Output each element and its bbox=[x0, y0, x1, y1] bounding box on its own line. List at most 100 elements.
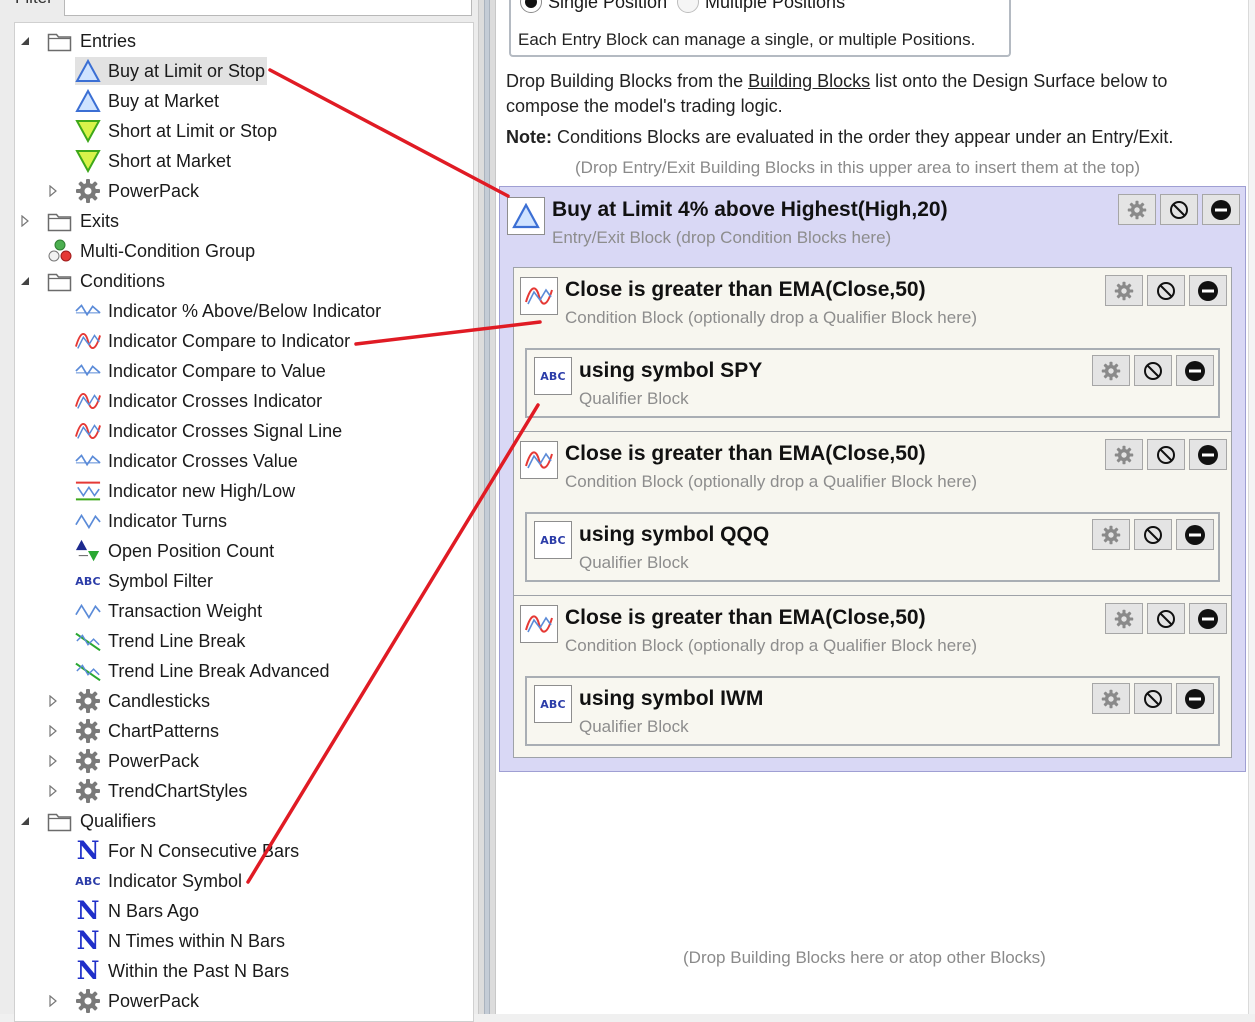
disable-icon[interactable] bbox=[1160, 194, 1198, 225]
multiple-positions-option[interactable]: Multiple Positions bbox=[677, 0, 845, 13]
remove-icon[interactable] bbox=[1176, 519, 1214, 550]
tree-item-indicator-symbol[interactable]: ABC Indicator Symbol bbox=[75, 867, 242, 895]
tree-item-indicator-turns[interactable]: Indicator Turns bbox=[75, 507, 227, 535]
settings-gear-icon[interactable] bbox=[1118, 194, 1156, 225]
remove-icon[interactable] bbox=[1189, 275, 1227, 306]
disable-icon[interactable] bbox=[1147, 603, 1185, 634]
settings-gear-icon[interactable] bbox=[1092, 519, 1130, 550]
tree-item-trendchartstyles[interactable]: TrendChartStyles bbox=[75, 777, 247, 805]
disable-icon[interactable] bbox=[1134, 683, 1172, 714]
tree-item-label: Indicator Crosses Value bbox=[108, 450, 298, 471]
tree-item-multi-condition-group[interactable]: Multi-Condition Group bbox=[47, 237, 255, 265]
disable-icon[interactable] bbox=[1134, 355, 1172, 386]
collapsed-arrow-icon[interactable] bbox=[47, 695, 59, 707]
collapsed-arrow-icon[interactable] bbox=[47, 185, 59, 197]
settings-gear-icon[interactable] bbox=[1105, 603, 1143, 634]
collapsed-arrow-icon[interactable] bbox=[47, 725, 59, 737]
qualifier-block[interactable]: ABC using symbol QQQ Qualifier Block bbox=[525, 512, 1220, 582]
condition-block[interactable]: Close is greater than EMA(Close,50) Condi… bbox=[513, 595, 1232, 758]
tree-item-qualifiers[interactable]: Qualifiers bbox=[47, 807, 156, 835]
filter-input[interactable] bbox=[64, 0, 472, 16]
tree-item-indicator-crosses-value[interactable]: Indicator Crosses Value bbox=[75, 447, 298, 475]
expanded-arrow-icon[interactable] bbox=[19, 275, 31, 287]
tree-item-conditions[interactable]: Conditions bbox=[47, 267, 165, 295]
tree-item-entries[interactable]: Entries bbox=[47, 27, 136, 55]
tree-item-label: N Bars Ago bbox=[108, 900, 200, 921]
condition-block-subtitle: Condition Block (optionally drop a Quali… bbox=[565, 308, 977, 327]
qualifier-block[interactable]: ABC using symbol IWM Qualifier Block bbox=[525, 676, 1220, 746]
gear-icon bbox=[75, 718, 101, 744]
tree-item-within-the-past-n-bars[interactable]: N Within the Past N Bars bbox=[75, 957, 290, 985]
collapsed-arrow-icon[interactable] bbox=[47, 755, 59, 767]
tree-item-open-position-count[interactable]: Open Position Count bbox=[75, 537, 274, 565]
remove-icon[interactable] bbox=[1176, 683, 1214, 714]
tree-item-qualifiers-powerpack[interactable]: PowerPack bbox=[75, 987, 199, 1015]
building-blocks-link[interactable]: Building Blocks bbox=[748, 71, 870, 91]
multiple-positions-radio[interactable] bbox=[677, 0, 699, 13]
top-drop-area-hint[interactable]: (Drop Entry/Exit Building Blocks in this… bbox=[575, 158, 1140, 178]
tree-item-indicator-pct-above-below[interactable]: Indicator % Above/Below Indicator bbox=[75, 297, 381, 325]
remove-icon[interactable] bbox=[1202, 194, 1240, 225]
tree-item-n-times-within-n-bars[interactable]: N N Times within N Bars bbox=[75, 927, 285, 955]
tree-item-short-at-limit-or-stop[interactable]: Short at Limit or Stop bbox=[75, 117, 277, 145]
single-position-radio[interactable] bbox=[520, 0, 542, 13]
tree-item-for-n-consecutive-bars[interactable]: N For N Consecutive Bars bbox=[75, 837, 300, 865]
tree-item-label: Multi-Condition Group bbox=[80, 240, 256, 261]
settings-gear-icon[interactable] bbox=[1092, 683, 1130, 714]
folder-icon bbox=[47, 28, 73, 54]
abc-icon-text: ABC bbox=[540, 533, 566, 547]
block-buttons bbox=[1092, 355, 1214, 386]
tree-item-label: PowerPack bbox=[108, 180, 200, 201]
bottom-drop-area-hint[interactable]: (Drop Building Blocks here or atop other… bbox=[683, 948, 1046, 968]
collapsed-arrow-icon[interactable] bbox=[47, 785, 59, 797]
folder-icon bbox=[47, 208, 73, 234]
collapsed-arrow-icon[interactable] bbox=[19, 215, 31, 227]
condition-block-subtitle: Condition Block (optionally drop a Quali… bbox=[565, 472, 977, 491]
disable-icon[interactable] bbox=[1134, 519, 1172, 550]
single-position-label: Single Position bbox=[548, 0, 668, 12]
tree-item-buy-at-limit-or-stop[interactable]: Buy at Limit or Stop bbox=[75, 57, 268, 85]
settings-gear-icon[interactable] bbox=[1092, 355, 1130, 386]
remove-icon[interactable] bbox=[1189, 439, 1227, 470]
tree-item-indicator-new-high-low[interactable]: Indicator new High/Low bbox=[75, 477, 295, 505]
n-icon: N bbox=[76, 926, 100, 955]
remove-icon[interactable] bbox=[1189, 603, 1227, 634]
single-position-option[interactable]: Single Position bbox=[520, 0, 667, 13]
panel-splitter[interactable] bbox=[478, 0, 496, 1014]
tree-item-label: Trend Line Break Advanced bbox=[108, 660, 330, 681]
tree-item-symbol-filter[interactable]: ABC Symbol Filter bbox=[75, 567, 213, 595]
gear-icon bbox=[75, 178, 101, 204]
block-buttons bbox=[1092, 683, 1214, 714]
splitter-grip[interactable] bbox=[484, 0, 490, 1014]
tree-item-short-at-market[interactable]: Short at Market bbox=[75, 147, 231, 175]
tree-item-label: Conditions bbox=[80, 270, 166, 291]
tree-item-buy-at-market[interactable]: Buy at Market bbox=[75, 87, 219, 115]
condition-block[interactable]: Close is greater than EMA(Close,50) Condi… bbox=[513, 267, 1232, 432]
expanded-arrow-icon[interactable] bbox=[19, 815, 31, 827]
tree-item-n-bars-ago[interactable]: N N Bars Ago bbox=[75, 897, 199, 925]
tree-item-trend-line-break[interactable]: Trend Line Break bbox=[75, 627, 245, 655]
tree-item-candlesticks[interactable]: Candlesticks bbox=[75, 687, 210, 715]
expanded-arrow-icon[interactable] bbox=[19, 35, 31, 47]
settings-gear-icon[interactable] bbox=[1105, 439, 1143, 470]
tree-item-exits[interactable]: Exits bbox=[47, 207, 119, 235]
collapsed-arrow-icon[interactable] bbox=[47, 995, 59, 1007]
tree-item-label: Buy at Market bbox=[108, 90, 220, 111]
tree-item-indicator-compare-to-indicator[interactable]: Indicator Compare to Indicator bbox=[75, 327, 350, 355]
remove-icon[interactable] bbox=[1176, 355, 1214, 386]
vertical-scrollbar[interactable] bbox=[1248, 0, 1255, 1014]
tree-item-conditions-powerpack[interactable]: PowerPack bbox=[75, 747, 199, 775]
tree-item-entries-powerpack[interactable]: PowerPack bbox=[75, 177, 199, 205]
tree-item-indicator-crosses-signal-line[interactable]: Indicator Crosses Signal Line bbox=[75, 417, 342, 445]
tree-item-transaction-weight[interactable]: Transaction Weight bbox=[75, 597, 262, 625]
condition-block[interactable]: Close is greater than EMA(Close,50) Condi… bbox=[513, 431, 1232, 596]
disable-icon[interactable] bbox=[1147, 439, 1185, 470]
qualifier-block[interactable]: ABC using symbol SPY Qualifier Block bbox=[525, 348, 1220, 418]
tree-item-trend-line-break-advanced[interactable]: Trend Line Break Advanced bbox=[75, 657, 329, 685]
tree-item-indicator-compare-to-value[interactable]: Indicator Compare to Value bbox=[75, 357, 326, 385]
entry-block[interactable]: Buy at Limit 4% above Highest(High,20) E… bbox=[499, 186, 1246, 772]
disable-icon[interactable] bbox=[1147, 275, 1185, 306]
settings-gear-icon[interactable] bbox=[1105, 275, 1143, 306]
tree-item-indicator-crosses-indicator[interactable]: Indicator Crosses Indicator bbox=[75, 387, 322, 415]
tree-item-chartpatterns[interactable]: ChartPatterns bbox=[75, 717, 219, 745]
